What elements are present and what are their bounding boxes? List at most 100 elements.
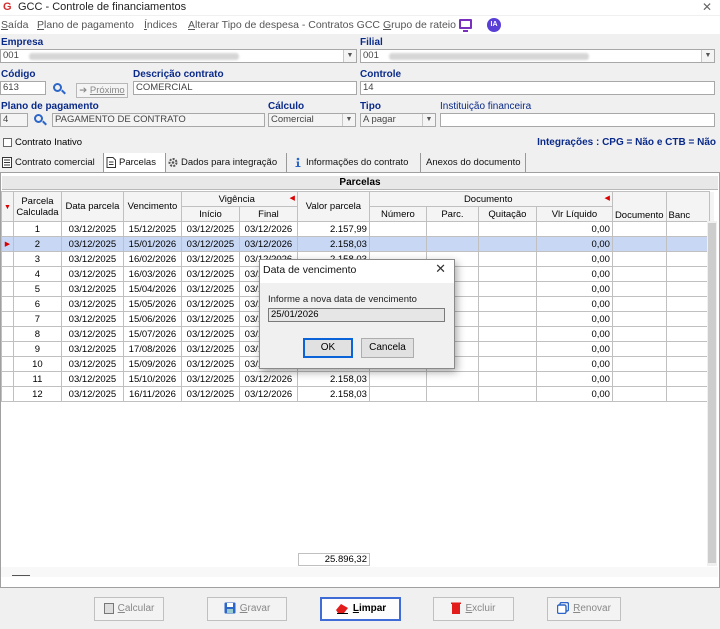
- cell-inicio[interactable]: 03/12/2025: [180, 356, 240, 372]
- cell-banco[interactable]: [665, 356, 710, 372]
- cell-quitacao[interactable]: [477, 236, 537, 252]
- table-row[interactable]: 11 03/12/2025 15/10/2026 03/12/2025 03/12/20…: [1, 371, 714, 387]
- cell-vencimento[interactable]: 15/04/2026: [122, 281, 182, 297]
- col-final[interactable]: Final: [238, 206, 298, 222]
- cell-documento[interactable]: [611, 296, 667, 312]
- menu-saida[interactable]: Saída: [1, 19, 28, 31]
- menu-plano-pagamento[interactable]: Plano de pagamento: [37, 19, 134, 31]
- cell-parcela[interactable]: 9: [12, 341, 62, 357]
- cell-parc[interactable]: [425, 371, 479, 387]
- chevron-down-icon[interactable]: ▼: [422, 114, 435, 126]
- cell-quitacao[interactable]: [477, 251, 537, 267]
- group-vigencia[interactable]: Vigência ◀: [180, 191, 298, 207]
- search-icon[interactable]: [33, 113, 47, 127]
- cell-documento[interactable]: [611, 341, 667, 357]
- cell-numero[interactable]: [368, 371, 427, 387]
- chevron-down-icon[interactable]: ▼: [701, 50, 714, 62]
- cell-vencimento[interactable]: 16/11/2026: [122, 386, 182, 402]
- tab-contrato-comercial[interactable]: Contrato comercial: [0, 153, 104, 172]
- search-icon[interactable]: [52, 82, 66, 96]
- cell-valor-parcela[interactable]: 2.158,03: [296, 386, 370, 402]
- cell-data-parcela[interactable]: 03/12/2025: [60, 236, 124, 252]
- menu-indices[interactable]: Índices: [144, 19, 177, 31]
- cell-banco[interactable]: [665, 296, 710, 312]
- calcular-button[interactable]: Calcular: [94, 597, 164, 621]
- cell-documento[interactable]: [611, 311, 667, 327]
- cell-quitacao[interactable]: [477, 221, 537, 237]
- cell-inicio[interactable]: 03/12/2025: [180, 296, 240, 312]
- cell-vlr-liquido[interactable]: 0,00: [535, 356, 613, 372]
- cell-vlr-liquido[interactable]: 0,00: [535, 371, 613, 387]
- menu-grupo-rateio[interactable]: Grupo de rateio: [383, 19, 456, 31]
- cancel-button[interactable]: Cancela: [361, 338, 414, 358]
- cell-banco[interactable]: [665, 266, 710, 282]
- cell-quitacao[interactable]: [477, 296, 537, 312]
- descricao-field[interactable]: COMERCIAL: [133, 81, 357, 95]
- controle-field[interactable]: 14: [360, 81, 715, 95]
- cell-vlr-liquido[interactable]: 0,00: [535, 386, 613, 402]
- cell-parcela[interactable]: 12: [12, 386, 62, 402]
- chevron-down-icon[interactable]: ▼: [343, 50, 356, 62]
- col-numero[interactable]: Número: [368, 206, 427, 222]
- cell-parcela[interactable]: 3: [12, 251, 62, 267]
- cell-documento[interactable]: [611, 386, 667, 402]
- excluir-button[interactable]: Excluir: [433, 597, 514, 621]
- row-indicator-icon[interactable]: [1, 371, 14, 387]
- table-row[interactable]: 1 03/12/2025 15/12/2025 03/12/2025 03/12/202…: [1, 221, 714, 237]
- cell-valor-parcela[interactable]: 2.157,99: [296, 221, 370, 237]
- cell-data-parcela[interactable]: 03/12/2025: [60, 371, 124, 387]
- cell-data-parcela[interactable]: 03/12/2025: [60, 221, 124, 237]
- cell-data-parcela[interactable]: 03/12/2025: [60, 326, 124, 342]
- cell-parc[interactable]: [425, 221, 479, 237]
- tab-informacoes-contrato[interactable]: Informações do contrato: [291, 153, 421, 172]
- cell-inicio[interactable]: 03/12/2025: [180, 326, 240, 342]
- due-date-input[interactable]: 25/01/2026: [268, 308, 445, 322]
- col-valor-parcela[interactable]: Valor parcela: [296, 191, 370, 222]
- col-vlr-liquido[interactable]: Vlr Líquido: [535, 206, 613, 222]
- cell-documento[interactable]: [611, 236, 667, 252]
- row-indicator-icon[interactable]: ▶: [1, 236, 14, 252]
- codigo-field[interactable]: 613: [0, 81, 46, 95]
- cell-parc[interactable]: [425, 236, 479, 252]
- cell-documento[interactable]: [611, 281, 667, 297]
- cell-inicio[interactable]: 03/12/2025: [180, 386, 240, 402]
- grid-horizontal-scrollbar[interactable]: [1, 567, 718, 577]
- cell-vlr-liquido[interactable]: 0,00: [535, 251, 613, 267]
- cell-vlr-liquido[interactable]: 0,00: [535, 341, 613, 357]
- cell-documento[interactable]: [611, 266, 667, 282]
- cell-numero[interactable]: [368, 221, 427, 237]
- ok-button[interactable]: OK: [303, 338, 353, 358]
- cell-data-parcela[interactable]: 03/12/2025: [60, 356, 124, 372]
- row-indicator-icon[interactable]: [1, 221, 14, 237]
- cell-vlr-liquido[interactable]: 0,00: [535, 236, 613, 252]
- cell-vlr-liquido[interactable]: 0,00: [535, 266, 613, 282]
- row-indicator-icon[interactable]: [1, 296, 14, 312]
- row-indicator-icon[interactable]: [1, 356, 14, 372]
- cell-quitacao[interactable]: [477, 266, 537, 282]
- instituicao-field[interactable]: [440, 113, 715, 127]
- col-parc[interactable]: Parc.: [425, 206, 479, 222]
- monitor-icon[interactable]: [459, 19, 472, 32]
- cell-vencimento[interactable]: 16/03/2026: [122, 266, 182, 282]
- cell-vlr-liquido[interactable]: 0,00: [535, 296, 613, 312]
- cell-inicio[interactable]: 03/12/2025: [180, 221, 240, 237]
- cell-vencimento[interactable]: 15/12/2025: [122, 221, 182, 237]
- cell-numero[interactable]: [368, 236, 427, 252]
- cell-documento[interactable]: [611, 371, 667, 387]
- cell-vlr-liquido[interactable]: 0,00: [535, 281, 613, 297]
- col-banco[interactable]: Banc: [665, 191, 710, 222]
- row-indicator-icon[interactable]: [1, 266, 14, 282]
- cell-data-parcela[interactable]: 03/12/2025: [60, 281, 124, 297]
- cell-quitacao[interactable]: [477, 356, 537, 372]
- cell-data-parcela[interactable]: 03/12/2025: [60, 296, 124, 312]
- cell-vencimento[interactable]: 16/02/2026: [122, 251, 182, 267]
- cell-valor-parcela[interactable]: 2.158,03: [296, 236, 370, 252]
- cell-banco[interactable]: [665, 326, 710, 342]
- collapse-arrow-icon[interactable]: ◀: [605, 194, 610, 202]
- cell-quitacao[interactable]: [477, 341, 537, 357]
- menu-alterar-tipo-despesa[interactable]: Alterar Tipo de despesa - Contratos GCC: [188, 19, 380, 31]
- tab-parcelas[interactable]: Parcelas: [104, 153, 166, 172]
- empresa-select[interactable]: 001 ▼: [0, 49, 357, 63]
- plano-code-field[interactable]: 4: [0, 113, 28, 127]
- cell-vencimento[interactable]: 15/09/2026: [122, 356, 182, 372]
